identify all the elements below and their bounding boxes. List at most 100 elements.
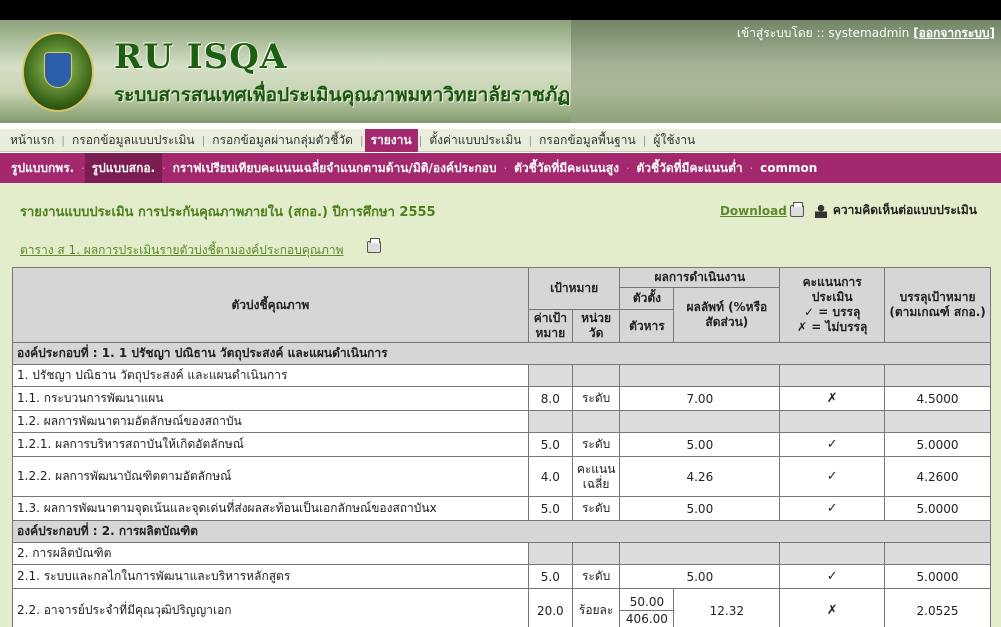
menu-fill-by-indicator-group[interactable]: กรอกข้อมูลผ่านกลุ่มตัวชี้วัด bbox=[206, 129, 359, 152]
header-score-fail-legend: ✗ = ไม่บรรลุ bbox=[797, 320, 868, 334]
row-status-mark: ✓ bbox=[779, 456, 886, 497]
row-label: 2. การผลิตบัณฑิต bbox=[12, 542, 529, 565]
table-row: 1.2. ผลการพัฒนาตามอัตลักษณ์ของสถาบัน bbox=[12, 410, 991, 433]
row-label: 1.1. กระบวนการพัฒนาแผน bbox=[12, 386, 529, 411]
row-label: 1. ปรัชญา ปณิธาน วัตถุประสงค์ และแผนดำเน… bbox=[12, 364, 529, 387]
top-black-bar bbox=[0, 0, 1001, 20]
user-comment-icon bbox=[814, 203, 827, 218]
group-label: องค์ประกอบที่ : 2. การผลิตบัณฑิต bbox=[12, 520, 991, 543]
print-icon[interactable] bbox=[789, 201, 804, 217]
row-numerator-divisor: 50.00 406.00 bbox=[619, 588, 675, 627]
university-logo bbox=[22, 32, 94, 112]
report-submenu: รูปแบบกพร. · รูปแบบสกอ. · กราฟเปรียบเทียบค… bbox=[0, 153, 1001, 183]
table-row: 1.2.2. ผลการพัฒนาบัณฑิตตามอัตลักษณ์ 4.0 … bbox=[12, 456, 991, 497]
row-unit: ระดับ bbox=[571, 386, 621, 411]
menu-users[interactable]: ผู้ใช้งาน bbox=[647, 129, 701, 152]
row-label: 1.2.2. ผลการพัฒนาบัณฑิตตามอัตลักษณ์ bbox=[12, 456, 529, 497]
row-target: 5.0 bbox=[527, 564, 573, 589]
assessment-comment-link[interactable]: ความคิดเห็นต่อแบบประเมิน bbox=[833, 201, 977, 220]
header-achievement: บรรลุเป้าหมาย (ตามเกณฑ์ สกอ.) bbox=[884, 267, 991, 343]
row-result: 5.00 bbox=[619, 564, 781, 589]
row-result: 7.00 bbox=[619, 386, 781, 411]
row-target: 4.0 bbox=[527, 456, 573, 497]
row-score: 5.0000 bbox=[884, 496, 991, 521]
row-target: 5.0 bbox=[527, 496, 573, 521]
row-unit: ร้อยละ bbox=[571, 588, 621, 627]
row-label: 1.3. ผลการพัฒนาตามจุดเน้นและจุดเด่นที่ส่… bbox=[12, 496, 529, 521]
header-divisor: ตัวหาร bbox=[619, 309, 675, 343]
row-unit: ระดับ bbox=[571, 496, 621, 521]
header-score-label: คะแนนการประเมิน bbox=[802, 275, 862, 304]
table-s1-link[interactable]: ตาราง ส 1. ผลการประเมินรายตัวบ่งชี้ตามอง… bbox=[20, 241, 344, 260]
row-score: 2.0525 bbox=[884, 588, 991, 627]
row-unit: คะแนนเฉลี่ย bbox=[571, 456, 621, 497]
header-unit: หน่วยวัด bbox=[571, 309, 621, 343]
row-divisor: 406.00 bbox=[625, 612, 668, 626]
login-user-text: เข้าสู่ระบบโดย :: systemadmin bbox=[736, 26, 910, 40]
menu-home[interactable]: หน้าแรก bbox=[4, 129, 60, 152]
header-score-pass-legend: ✓ = บรรลุ bbox=[804, 305, 861, 319]
table-group-row: องค์ประกอบที่ : 1. 1 ปรัชญา ปณิธาน วัตถุ… bbox=[12, 342, 991, 365]
row-status-mark: ✗ bbox=[779, 588, 886, 627]
print-icon[interactable] bbox=[367, 238, 381, 253]
row-status-mark: ✓ bbox=[779, 432, 886, 457]
main-menu: หน้าแรก | กรอกข้อมูลแบบประเมิน | กรอกข้อมู… bbox=[0, 128, 1001, 152]
row-unit: ระดับ bbox=[571, 432, 621, 457]
row-result: 5.00 bbox=[619, 496, 781, 521]
header-target: เป้าหมาย bbox=[527, 267, 621, 310]
app-subtitle: ระบบสารสนเทศเพื่อประเมินคุณภาพมหาวิทยาลั… bbox=[114, 84, 571, 106]
header-indicator: ตัวบ่งชี้คุณภาพ bbox=[12, 267, 529, 343]
row-label: 1.2. ผลการพัฒนาตามอัตลักษณ์ของสถาบัน bbox=[12, 410, 529, 433]
row-unit: ระดับ bbox=[571, 564, 621, 589]
table-group-row: องค์ประกอบที่ : 2. การผลิตบัณฑิต bbox=[12, 520, 991, 543]
table-row: 1.2.1. ผลการบริหารสถาบันให้เกิดอัตลักษณ์… bbox=[12, 432, 991, 457]
row-status-mark: ✓ bbox=[779, 496, 886, 521]
header-result: ผลลัพท์ (%หรือสัดส่วน) bbox=[673, 287, 781, 343]
report-toolbar: Download ความคิดเห็นต่อแบบประเมิน bbox=[720, 201, 977, 220]
submenu-opdc-format[interactable]: รูปแบบกพร. bbox=[4, 153, 81, 183]
menu-fill-assessment[interactable]: กรอกข้อมูลแบบประเมิน bbox=[66, 129, 201, 152]
table-row: 1. ปรัชญา ปณิธาน วัตถุประสงค์ และแผนดำเน… bbox=[12, 364, 991, 387]
row-status-mark: ✓ bbox=[779, 564, 886, 589]
row-status-mark: ✗ bbox=[779, 386, 886, 411]
row-label: 1.2.1. ผลการบริหารสถาบันให้เกิดอัตลักษณ์ bbox=[12, 432, 529, 457]
row-label: 2.1. ระบบและกลไกในการพัฒนาและบริหารหลักส… bbox=[12, 564, 529, 589]
download-link[interactable]: Download bbox=[720, 204, 787, 218]
submenu-average-score-graph[interactable]: กราฟเปรียบเทียบคะแนนเฉลี่ยจำแนกตามด้าน/ม… bbox=[166, 153, 504, 183]
report-title: รายงานแบบประเมิน การประกันคุณภาพภายใน (ส… bbox=[20, 205, 436, 220]
row-score: 4.5000 bbox=[884, 386, 991, 411]
menu-fill-basic-data[interactable]: กรอกข้อมูลพื้นฐาน bbox=[533, 129, 642, 152]
row-target: 5.0 bbox=[527, 432, 573, 457]
row-result: 12.32 bbox=[673, 588, 781, 627]
row-target: 8.0 bbox=[527, 386, 573, 411]
table-row: 1.1. กระบวนการพัฒนาแผน 8.0 ระดับ 7.00 ✗ … bbox=[12, 386, 991, 411]
submenu-high-score-indicators[interactable]: ตัวชี้วัดที่มีคะแนนสูง bbox=[507, 153, 626, 183]
submenu-ohec-format[interactable]: รูปแบบสกอ. bbox=[84, 153, 163, 183]
row-label: 2.2. อาจารย์ประจำที่มีคุณวุฒิปริญญาเอก bbox=[12, 588, 529, 627]
assessment-report-table: ตัวบ่งชี้คุณภาพ เป้าหมาย ผลการดำเนินงาน … bbox=[12, 267, 991, 627]
row-numerator: 50.00 bbox=[620, 594, 674, 611]
content-area: รายงานแบบประเมิน การประกันคุณภาพภายใน (ส… bbox=[0, 183, 1001, 627]
row-result: 5.00 bbox=[619, 432, 781, 457]
logout-link[interactable]: [ออกจากระบบ] bbox=[913, 26, 995, 40]
table-row: 2.1. ระบบและกลไกในการพัฒนาและบริหารหลักส… bbox=[12, 564, 991, 589]
app-title: RU ISQA bbox=[114, 37, 288, 77]
row-result: 4.26 bbox=[619, 456, 781, 497]
menu-report[interactable]: รายงาน bbox=[364, 128, 418, 152]
submenu-low-score-indicators[interactable]: ตัวชี้วัดที่มีคะแนนต่ำ bbox=[629, 153, 749, 183]
login-info: เข้าสู่ระบบโดย :: systemadmin [ออกจากระบ… bbox=[737, 24, 995, 43]
header-target-value: ค่าเป้าหมาย bbox=[527, 309, 573, 343]
header-banner: RU ISQA ระบบสารสนเทศเพื่อประเมินคุณภาพมห… bbox=[0, 20, 1001, 123]
header-score: คะแนนการประเมิน ✓ = บรรลุ ✗ = ไม่บรรลุ bbox=[779, 267, 886, 343]
table-row: 2. การผลิตบัณฑิต bbox=[12, 542, 991, 565]
row-score: 4.2600 bbox=[884, 456, 991, 497]
table-row: 1.3. ผลการพัฒนาตามจุดเน้นและจุดเด่นที่ส่… bbox=[12, 496, 991, 521]
group-label: องค์ประกอบที่ : 1. 1 ปรัชญา ปณิธาน วัตถุ… bbox=[12, 342, 991, 365]
header-performance: ผลการดำเนินงาน bbox=[619, 267, 781, 288]
table-row: 2.2. อาจารย์ประจำที่มีคุณวุฒิปริญญาเอก 2… bbox=[12, 588, 991, 627]
row-score: 5.0000 bbox=[884, 564, 991, 589]
menu-assessment-settings[interactable]: ตั้งค่าแบบประเมิน bbox=[423, 129, 527, 152]
row-score: 5.0000 bbox=[884, 432, 991, 457]
row-target: 20.0 bbox=[527, 588, 573, 627]
submenu-common[interactable]: common bbox=[753, 153, 824, 183]
